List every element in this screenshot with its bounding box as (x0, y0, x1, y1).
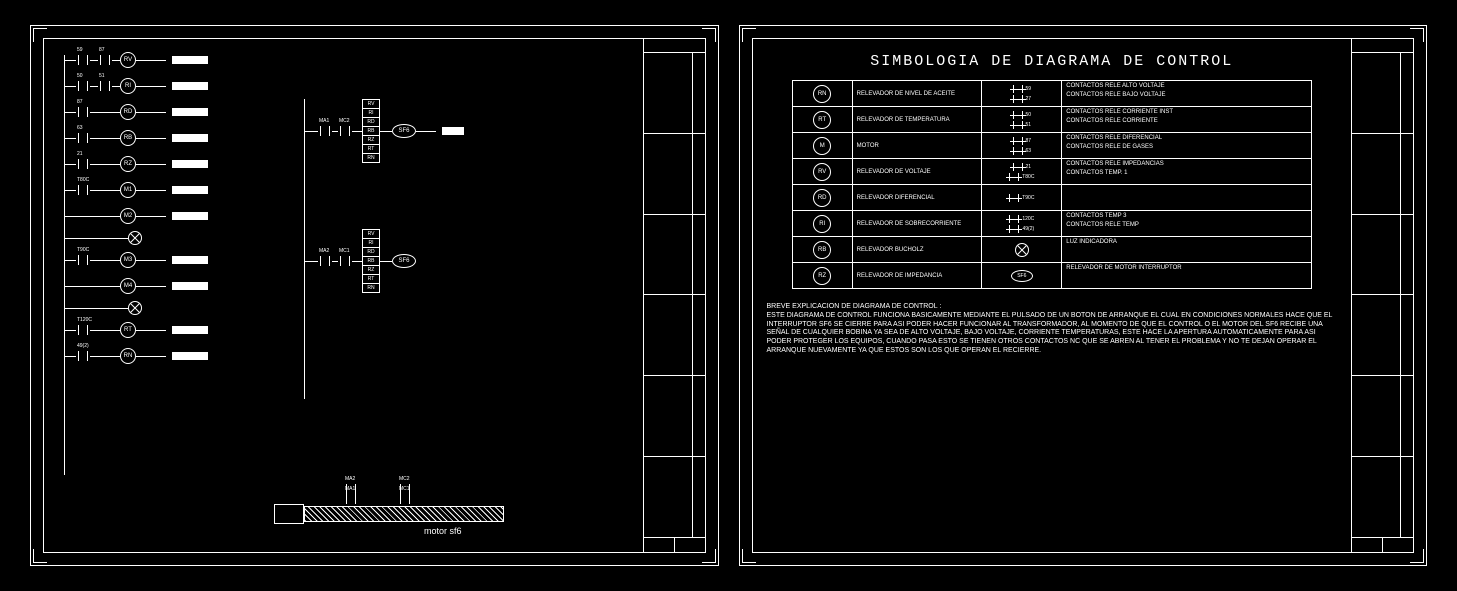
ladder-rung: 49(2)RN (64, 343, 284, 369)
title-block (1351, 39, 1413, 552)
relay-stack: RVRIRDRBRZRTRN (362, 99, 380, 163)
legend-row: RDRELEVADOR DIFERENCIALT90C (793, 185, 1312, 211)
ladder-rung: T120CRT (64, 317, 284, 343)
legend-row: RNRELEVADOR DE NIVEL DE ACEITE5927CONTAC… (793, 81, 1312, 107)
coil-symbol: RV (120, 52, 136, 68)
coil-symbol: RB (120, 130, 136, 146)
motor-box (274, 504, 304, 524)
lamp-icon (128, 231, 142, 245)
motor-label: motor sf6 (424, 526, 462, 536)
legend-row: RBRELEVADOR BUCHOLZLUZ INDICADORA (793, 237, 1312, 263)
lamp-icon (1015, 243, 1029, 257)
coil-symbol: RZ (120, 156, 136, 172)
sheet-symbology: SIMBOLOGIA DE DIAGRAMA DE CONTROL RNRELE… (739, 25, 1428, 566)
ladder-rung: M2 (64, 203, 284, 229)
ladder-rung (64, 229, 284, 247)
contact-label: MA1 (319, 118, 329, 124)
legend-area: SIMBOLOGIA DE DIAGRAMA DE CONTROL RNRELE… (753, 39, 1352, 552)
ladder-rung: 5987RV (64, 47, 284, 73)
ladder-rung: T80CM1 (64, 177, 284, 203)
ladder-rung: 87RD (64, 99, 284, 125)
coil-symbol: RD (120, 104, 136, 120)
explanation-body: ESTE DIAGRAMA DE CONTROL FUNCIONA BASICA… (767, 312, 1338, 356)
title-block (643, 39, 705, 552)
legend-row: RVRELEVADOR DE VOLTAJE21T80CCONTACTOS RE… (793, 159, 1312, 185)
coil-symbol: RN (120, 348, 136, 364)
lamp-icon (128, 301, 142, 315)
legend-row: RTRELEVADOR DE TEMPERATURA5051CONTACTOS … (793, 107, 1312, 133)
ladder-rung: T90CM3 (64, 247, 284, 273)
ladder-rung: 21RZ (64, 151, 284, 177)
legend-row: MMOTOR8763CONTACTOS RELE DIFERENCIALCONT… (793, 133, 1312, 159)
explanation-title: BREVE EXPLICACION DE DIAGRAMA DE CONTROL… (767, 303, 1338, 312)
drawing-frame: SIMBOLOGIA DE DIAGRAMA DE CONTROL RNRELE… (752, 38, 1415, 553)
legend-row: RIRELEVADOR DE SOBRECORRIENTE120C49(2)CO… (793, 211, 1312, 237)
ladder-rung: M4 (64, 273, 284, 299)
sheet-control-diagram: 5987RV5051RI87RD63RB21RZT80CM1 M2 T90CM3 M4… (30, 25, 719, 566)
ladder-rung: 5051RI (64, 73, 284, 99)
legend-row: RZRELEVADOR DE IMPEDANCIASF6RELEVADOR DE… (793, 263, 1312, 289)
sheet-title: SIMBOLOGIA DE DIAGRAMA DE CONTROL (761, 47, 1344, 80)
contact-label: MC2 (339, 118, 350, 124)
coil-symbol: RI (120, 78, 136, 94)
coil-symbol: M2 (120, 208, 136, 224)
coil-symbol: M1 (120, 182, 136, 198)
ladder-rung (64, 299, 284, 317)
coil-symbol: RT (120, 322, 136, 338)
contact-label: MC1 (339, 248, 350, 254)
coil-symbol: M4 (120, 278, 136, 294)
contact-label: MA2 (319, 248, 329, 254)
drawing-frame: 5987RV5051RI87RD63RB21RZT80CM1 M2 T90CM3 M4… (43, 38, 706, 553)
legend-table: RNRELEVADOR DE NIVEL DE ACEITE5927CONTAC… (792, 80, 1312, 289)
ladder-diagram: 5987RV5051RI87RD63RB21RZT80CM1 M2 T90CM3 M4… (64, 47, 284, 369)
coil-symbol: M3 (120, 252, 136, 268)
sf6-symbol: SF6 (392, 124, 416, 138)
explanation-text: BREVE EXPLICACION DE DIAGRAMA DE CONTROL… (761, 289, 1344, 356)
control-branches: MA1 MC2 RVRIRDRBRZRTRN SF6 MA2 MC1 (304, 99, 464, 399)
schematic-area: 5987RV5051RI87RD63RB21RZT80CM1 M2 T90CM3 M4… (44, 39, 643, 552)
relay-stack: RVRIRDRBRZRTRN (362, 229, 380, 293)
motor-shaft (304, 506, 504, 522)
ladder-rung: 63RB (64, 125, 284, 151)
sf6-symbol: SF6 (392, 254, 416, 268)
